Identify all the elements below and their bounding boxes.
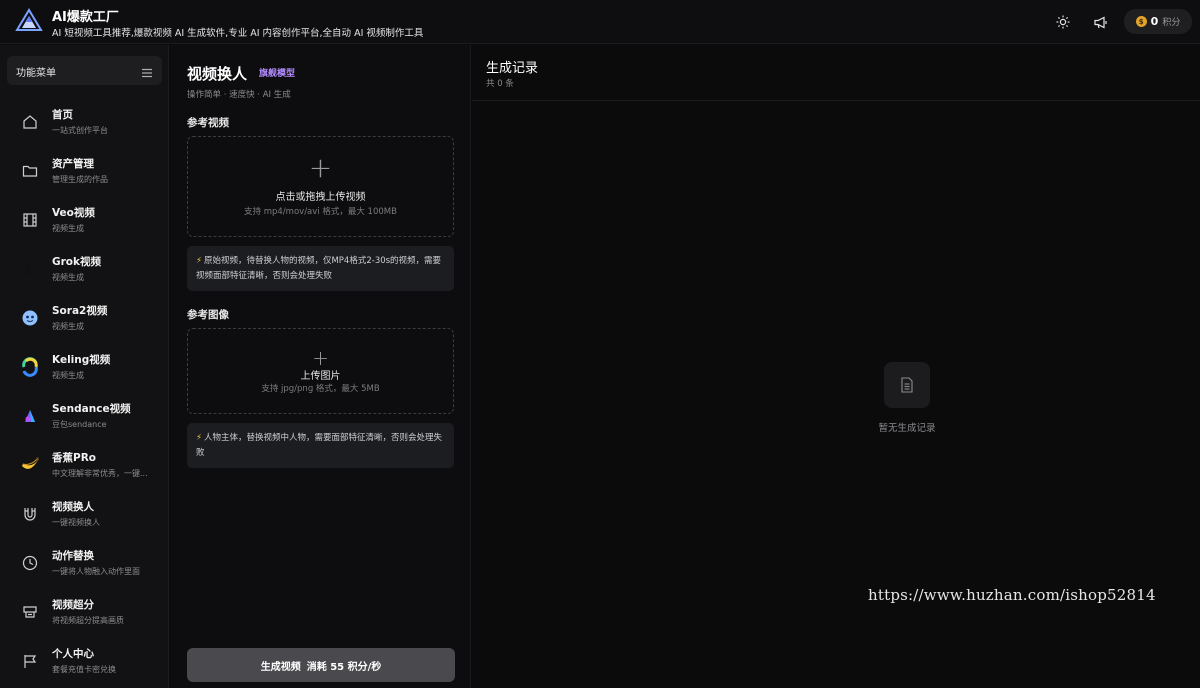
app-window: AI爆款工厂 AI 短视频工具推荐,爆款视频 AI 生成软件,专业 AI 内容创…: [0, 0, 1200, 688]
empty-records-text: 暂无生成记录: [878, 423, 936, 434]
folder-icon: [20, 161, 40, 181]
lightning-icon: ⚡: [196, 433, 202, 443]
sidebar-item-desc: 将视频超分提高画质: [52, 616, 124, 625]
sidebar-item-desc: 管理生成的作品: [52, 175, 108, 184]
sidebar-item-desc: 视频生成: [52, 322, 84, 331]
generate-video-button[interactable]: 生成视频 消耗 55 积分/秒: [187, 648, 455, 682]
film-icon: [20, 210, 40, 230]
sidebar-item-assets[interactable]: 资产管理 管理生成的作品: [0, 150, 169, 194]
video-upload-hint: 支持 mp4/mov/avi 格式，最大 100MB: [244, 207, 397, 217]
image-upload-hint: 支持 jpg/png 格式，最大 5MB: [261, 384, 380, 394]
sidebar-item-label: Sora2视频: [52, 305, 108, 317]
page-subtitle: 操作简单 · 速度快 · AI 生成: [187, 90, 291, 100]
lightning-icon: ⚡: [196, 256, 202, 266]
reference-image-title: 参考图像: [187, 309, 229, 321]
sidebar-item-desc: 一键视频换人: [52, 518, 100, 527]
video-upload-label: 点击或拖拽上传视频: [275, 192, 366, 203]
sidebar-item-label: 视频超分: [52, 599, 94, 611]
menu-title: 功能菜单: [16, 68, 56, 79]
sidebar-item-desc: 视频生成: [52, 224, 84, 233]
sidebar-item-desc: 视频生成: [52, 371, 84, 380]
sidebar-item-sora2[interactable]: Sora2视频 视频生成: [0, 297, 169, 341]
sidebar-item-label: 香蕉PRo: [52, 452, 96, 464]
sidebar-item-desc: 一键将人物融入动作里面: [52, 567, 140, 576]
sidebar-item-label: 动作替换: [52, 550, 94, 562]
divider: [472, 100, 1200, 101]
menu-header: 功能菜单: [7, 56, 162, 85]
sidebar-item-desc: 豆包sendance: [52, 420, 107, 429]
sidebar-item-label: Sendance视频: [52, 403, 131, 415]
sidebar-item-label: Veo视频: [52, 207, 95, 219]
sidebar-item-label: 首页: [52, 109, 73, 121]
video-note-text: 原始视频，待替换人物的视频，仅MP4格式2-30s的视频，需要视频面部特征清晰，…: [196, 256, 442, 281]
sidebar-item-label: 资产管理: [52, 158, 94, 170]
clock-icon: [20, 553, 40, 573]
upscale-icon: [20, 602, 40, 622]
sidebar-item-sendance[interactable]: Sendance视频 豆包sendance: [0, 395, 169, 439]
sidebar-item-desc: 套餐充值卡密兑换: [52, 665, 116, 674]
sidebar-item-desc: 中文理解非常优秀，一键...: [52, 469, 148, 478]
records-title: 生成记录: [486, 61, 539, 76]
generate-button-label: 生成视频: [260, 661, 301, 673]
grok-logo-icon: [20, 259, 40, 279]
sidebar-item-motion-swap[interactable]: 动作替换 一键将人物融入动作里面: [0, 542, 169, 586]
sidebar-item-banana-pro[interactable]: 香蕉PRo 中文理解非常优秀，一键...: [0, 444, 169, 488]
sidebar-item-label: 视频换人: [52, 501, 94, 513]
sidebar-item-profile[interactable]: 个人中心 套餐充值卡密兑换: [0, 640, 169, 684]
points-button[interactable]: $ 0 积分: [1124, 9, 1192, 34]
sun-icon[interactable]: [1053, 12, 1073, 32]
points-value: 0: [1150, 15, 1159, 28]
plus-icon: +: [308, 151, 333, 184]
records-count: 共 0 条: [486, 79, 514, 89]
menu-toggle-icon[interactable]: [141, 64, 153, 78]
flag-icon: [20, 651, 40, 671]
app-subtitle: AI 短视频工具推荐,爆款视频 AI 生成软件,专业 AI 内容创作平台,全自动…: [52, 28, 424, 39]
sidebar-item-keling[interactable]: Keling视频 视频生成: [0, 346, 169, 390]
sora-logo-icon: [20, 308, 40, 328]
video-note: ⚡ 原始视频，待替换人物的视频，仅MP4格式2-30s的视频，需要视频面部特征清晰…: [187, 246, 454, 291]
reference-video-title: 参考视频: [187, 117, 229, 129]
settings-panel: 视频换人 旗舰模型 操作简单 · 速度快 · AI 生成 参考视频 + 点击或拖…: [170, 45, 471, 688]
image-upload-label: 上传图片: [300, 371, 341, 382]
sidebar-item-veo[interactable]: Veo视频 视频生成: [0, 199, 169, 243]
sidebar-item-grok[interactable]: Grok视频 视频生成: [0, 248, 169, 292]
image-note-text: 人物主体，替换视频中人物，需要面部特征清晰，否则会处理失败: [196, 433, 442, 458]
sidebar-item-desc: 视频生成: [52, 273, 84, 282]
top-bar: AI爆款工厂 AI 短视频工具推荐,爆款视频 AI 生成软件,专业 AI 内容创…: [0, 0, 1200, 44]
home-icon: [20, 112, 40, 132]
document-icon: [884, 362, 930, 408]
image-note: ⚡ 人物主体，替换视频中人物，需要面部特征清晰，否则会处理失败: [187, 423, 454, 468]
video-upload-area[interactable]: + 点击或拖拽上传视频 支持 mp4/mov/avi 格式，最大 100MB: [187, 136, 454, 237]
magnet-icon: [20, 504, 40, 524]
page-title: 视频换人: [187, 65, 248, 83]
sidebar-item-label: 个人中心: [52, 648, 94, 660]
sidebar-item-upscale[interactable]: 视频超分 将视频超分提高画质: [0, 591, 169, 635]
sidebar-item-desc: 一站式创作平台: [52, 126, 108, 135]
sendance-logo-icon: [20, 406, 40, 426]
kling-logo-icon: [20, 357, 40, 377]
image-upload-area[interactable]: + 上传图片 支持 jpg/png 格式，最大 5MB: [187, 328, 454, 414]
points-unit: 积分: [1162, 18, 1181, 28]
model-badge: 旗舰模型: [259, 69, 296, 79]
sidebar: 功能菜单 首页 一站式创作平台 资产管理 管理生成的作品 Veo视频 视频生成 …: [0, 45, 169, 688]
sidebar-item-label: Grok视频: [52, 256, 101, 268]
watermark-url: https://www.huzhan.com/ishop52814: [868, 586, 1156, 604]
sidebar-item-label: Keling视频: [52, 354, 111, 366]
banana-icon: [20, 455, 40, 475]
app-title: AI爆款工厂: [52, 10, 119, 25]
sidebar-item-home[interactable]: 首页 一站式创作平台: [0, 101, 169, 145]
sidebar-item-video-swap[interactable]: 视频换人 一键视频换人: [0, 493, 169, 537]
coin-icon: $: [1135, 16, 1147, 27]
megaphone-icon[interactable]: [1090, 12, 1110, 32]
app-logo[interactable]: [14, 8, 44, 36]
generate-button-cost: 消耗 55 积分/秒: [306, 661, 382, 673]
